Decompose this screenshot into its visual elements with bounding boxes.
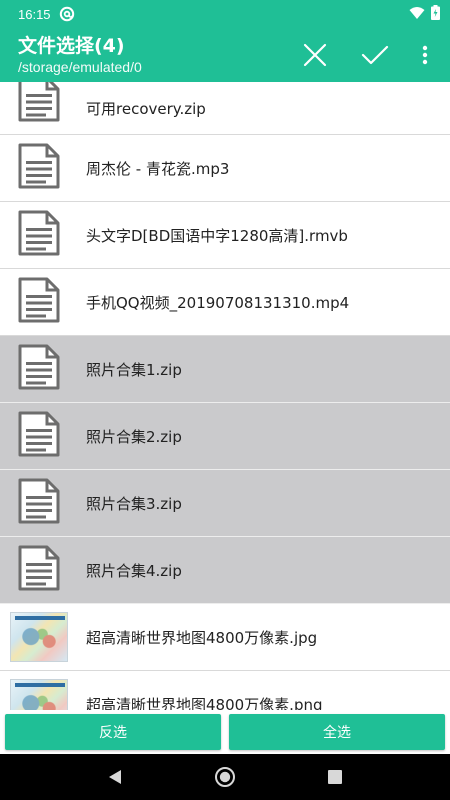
document-icon (17, 478, 61, 528)
document-icon (17, 210, 61, 260)
thumbnail-header (15, 616, 65, 620)
current-path: /storage/emulated/0 (18, 59, 142, 75)
file-icon-container (0, 202, 78, 268)
more-vert-icon (422, 45, 428, 65)
file-name: 头文字D[BD国语中字1280高清].rmvb (86, 226, 348, 245)
file-list-item[interactable]: 照片合集3.zip (0, 470, 450, 537)
nav-recents-button[interactable] (315, 757, 355, 797)
file-name: 照片合集4.zip (86, 561, 182, 580)
check-icon (361, 45, 389, 65)
status-bar: 16:15 (0, 0, 450, 28)
status-time: 16:15 (18, 6, 51, 22)
file-name: 超高清晰世界地图4800万像素.png (86, 695, 323, 711)
status-left: 16:15 (18, 6, 75, 22)
invert-selection-button[interactable]: 反选 (5, 714, 221, 750)
file-list-item[interactable]: 手机QQ视频_20190708131310.mp4 (0, 269, 450, 336)
document-icon (17, 82, 61, 126)
document-icon (17, 143, 61, 193)
nav-home-button[interactable] (205, 757, 245, 797)
file-name: 照片合集3.zip (86, 494, 182, 513)
home-circle-icon (215, 767, 235, 787)
file-list[interactable]: 可用recovery.zip 周杰伦 - 青花瓷.mp3 头文字D[BD国语中字12… (0, 82, 450, 710)
battery-icon (431, 4, 440, 24)
close-button[interactable] (298, 38, 332, 72)
file-list-item[interactable]: 头文字D[BD国语中字1280高清].rmvb (0, 202, 450, 269)
file-name: 周杰伦 - 青花瓷.mp3 (86, 159, 230, 178)
recents-square-icon (328, 770, 342, 784)
nav-back-button[interactable] (95, 757, 135, 797)
document-icon (17, 545, 61, 595)
file-list-item[interactable]: 周杰伦 - 青花瓷.mp3 (0, 135, 450, 202)
file-icon-container (0, 604, 78, 670)
image-thumbnail (10, 612, 68, 662)
file-icon-container (0, 135, 78, 201)
file-icon-container (0, 537, 78, 603)
notification-at-icon (59, 6, 75, 22)
file-name: 照片合集2.zip (86, 427, 182, 446)
select-all-button[interactable]: 全选 (229, 714, 445, 750)
bottom-action-bar: 反选 全选 (0, 710, 450, 754)
confirm-button[interactable] (358, 38, 392, 72)
image-thumbnail (10, 679, 68, 710)
file-icon-container (0, 403, 78, 469)
document-icon (17, 344, 61, 394)
document-icon (17, 411, 61, 461)
file-name: 超高清晰世界地图4800万像素.jpg (86, 628, 318, 647)
file-name: 手机QQ视频_20190708131310.mp4 (86, 293, 350, 312)
document-icon (17, 277, 61, 327)
close-icon (303, 43, 327, 67)
thumbnail-header (15, 683, 65, 687)
more-options-button[interactable] (410, 38, 440, 72)
file-list-item[interactable]: 照片合集4.zip (0, 537, 450, 604)
file-name: 可用recovery.zip (86, 99, 206, 118)
file-icon-container (0, 671, 78, 710)
status-right (409, 4, 440, 24)
file-list-item[interactable]: 照片合集2.zip (0, 403, 450, 470)
wifi-icon (409, 5, 425, 24)
file-picker-screen: 16:15 文件选择(4) /storage/emulated/0 可用reco… (0, 0, 450, 800)
file-icon-container (0, 82, 78, 127)
file-list-item[interactable]: 超高清晰世界地图4800万像素.png (0, 671, 450, 710)
file-list-item[interactable]: 超高清晰世界地图4800万像素.jpg (0, 604, 450, 671)
app-toolbar: 文件选择(4) /storage/emulated/0 (0, 28, 450, 82)
file-name: 照片合集1.zip (86, 360, 182, 379)
file-list-item[interactable]: 照片合集1.zip (0, 336, 450, 403)
file-icon-container (0, 336, 78, 402)
page-title: 文件选择(4) (18, 35, 125, 57)
file-icon-container (0, 470, 78, 536)
back-triangle-icon (109, 770, 121, 784)
file-icon-container (0, 269, 78, 335)
system-navigation-bar (0, 754, 450, 800)
file-list-item[interactable]: 可用recovery.zip (0, 82, 450, 135)
